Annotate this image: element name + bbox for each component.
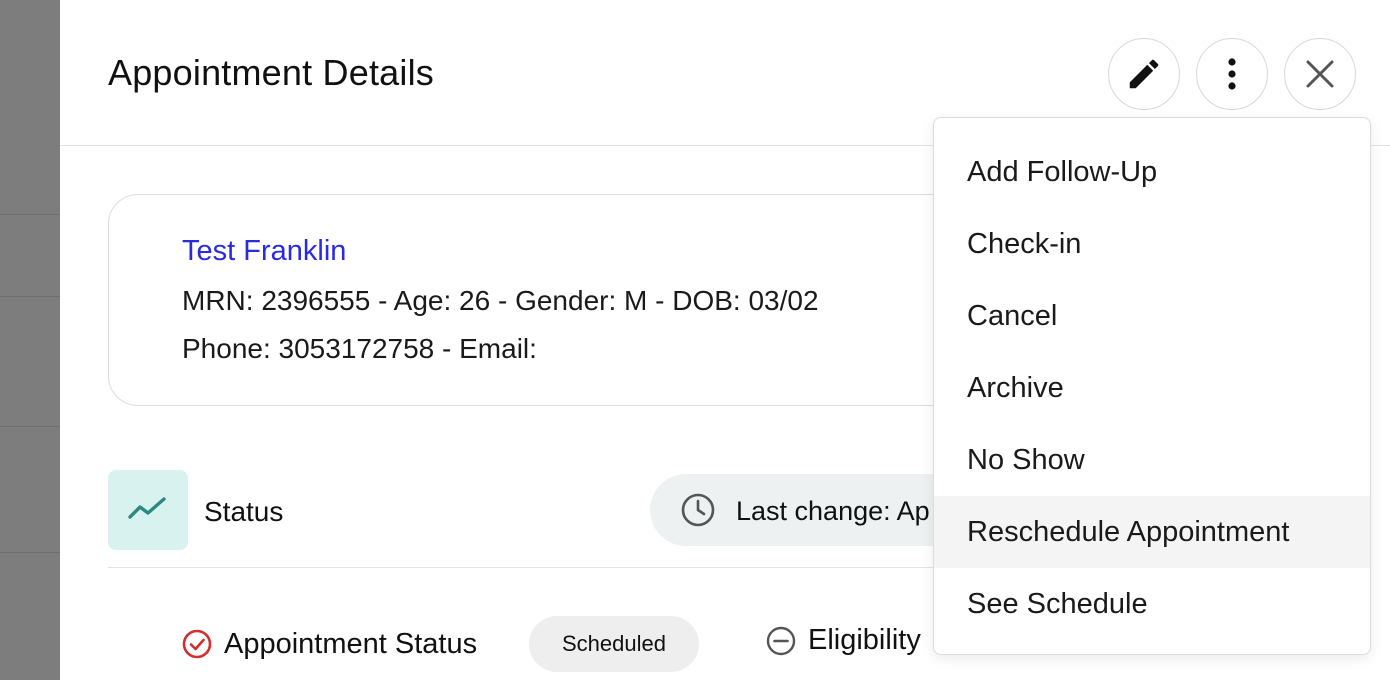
more-options-menu: Add Follow-Up Check-in Cancel Archive No…	[933, 117, 1371, 655]
menu-item-no-show[interactable]: No Show	[934, 424, 1370, 496]
menu-item-check-in[interactable]: Check-in	[934, 208, 1370, 280]
patient-card: Test Franklin MRN: 2396555 - Age: 26 - G…	[108, 194, 1008, 406]
check-circle-icon	[182, 629, 212, 664]
minus-circle-icon	[766, 626, 796, 661]
clock-icon	[680, 492, 716, 533]
backdrop-divider	[0, 214, 60, 215]
edit-button[interactable]	[1108, 38, 1180, 110]
patient-details: MRN: 2396555 - Age: 26 - Gender: M - DOB…	[182, 285, 819, 316]
patient-contact: Phone: 3053172758 - Email:	[182, 333, 537, 364]
menu-item-reschedule-appointment[interactable]: Reschedule Appointment	[934, 496, 1370, 568]
menu-item-archive[interactable]: Archive	[934, 352, 1370, 424]
last-change-text: Last change: Ap	[736, 496, 930, 526]
trend-line-icon	[128, 495, 168, 526]
appointment-status-label: Appointment Status	[224, 628, 478, 660]
menu-item-add-follow-up[interactable]: Add Follow-Up	[934, 136, 1370, 208]
close-icon	[1305, 59, 1335, 89]
eligibility-label: Eligibility	[808, 624, 921, 656]
status-icon-box	[108, 470, 188, 550]
status-section-title: Status	[204, 496, 284, 527]
menu-item-cancel[interactable]: Cancel	[934, 280, 1370, 352]
patient-name-link[interactable]: Test Franklin	[182, 235, 346, 268]
menu-item-see-schedule[interactable]: See Schedule	[934, 568, 1370, 640]
background-overlay[interactable]	[0, 0, 60, 680]
pencil-icon	[1125, 55, 1163, 93]
status-badge: Scheduled	[529, 616, 699, 672]
backdrop-divider	[0, 426, 60, 427]
backdrop-divider	[0, 552, 60, 553]
status-section-header: Status Last change: Ap	[108, 470, 1050, 568]
page-title: Appointment Details	[108, 52, 434, 93]
more-vertical-icon	[1226, 57, 1238, 91]
backdrop-divider	[0, 296, 60, 297]
more-options-button[interactable]	[1196, 38, 1268, 110]
close-button[interactable]	[1284, 38, 1356, 110]
